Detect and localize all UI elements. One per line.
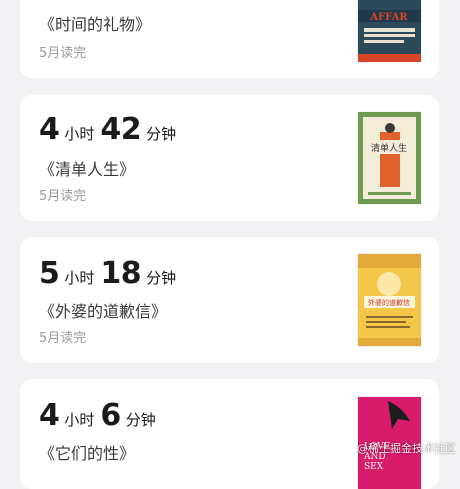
reading-record-card[interactable]: 4 小时 6 分钟 《它们的性》 LOVE AND SEX	[20, 379, 439, 489]
duration-minutes: 18	[100, 256, 142, 291]
hours-unit: 小时	[64, 125, 95, 143]
duration-minutes: 42	[100, 112, 142, 147]
watermark-text: @稀土掘金技术社区	[357, 442, 456, 455]
cover-title-text: AFFAR	[369, 12, 408, 23]
cover-title-text: 清单人生	[371, 142, 407, 154]
reading-record-card[interactable]: 4 小时 42 分钟 《清单人生》 5月读完 清单人生	[20, 95, 439, 221]
reading-record-card[interactable]: 5 小时 18 分钟 《外婆的道歉信》 5月读完 外婆的道歉信	[20, 237, 439, 363]
reading-record-card[interactable]: 《时间的礼物》 5月读完 AFFAR	[20, 0, 439, 78]
finish-date: 5月读完	[39, 331, 87, 346]
minutes-unit: 分钟	[146, 125, 177, 143]
finish-date: 5月读完	[39, 46, 87, 61]
minutes-unit: 分钟	[125, 411, 156, 429]
cover-title-text: 外婆的道歉信	[368, 298, 410, 307]
duration-hours: 4	[39, 112, 60, 147]
book-title: 《清单人生》	[39, 160, 136, 179]
hours-unit: 小时	[64, 411, 95, 429]
book-cover-image: 清单人生	[358, 112, 421, 204]
book-title: 《外婆的道歉信》	[39, 302, 168, 321]
duration-minutes: 6	[100, 398, 121, 433]
book-title: 《它们的性》	[39, 444, 136, 463]
duration-hours: 4	[39, 398, 60, 433]
reading-duration: 4 小时 6 分钟	[39, 401, 162, 431]
duration-hours: 5	[39, 256, 60, 291]
hours-unit: 小时	[64, 269, 95, 287]
book-cover-image: 外婆的道歉信	[358, 254, 421, 346]
finish-date: 5月读完	[39, 189, 87, 204]
reading-duration: 5 小时 18 分钟	[39, 259, 182, 289]
cover-title-text: SEX	[364, 462, 384, 472]
reading-duration: 4 小时 42 分钟	[39, 115, 182, 145]
book-title: 《时间的礼物》	[39, 15, 152, 34]
book-cover-image: AFFAR	[358, 0, 421, 62]
minutes-unit: 分钟	[146, 269, 177, 287]
